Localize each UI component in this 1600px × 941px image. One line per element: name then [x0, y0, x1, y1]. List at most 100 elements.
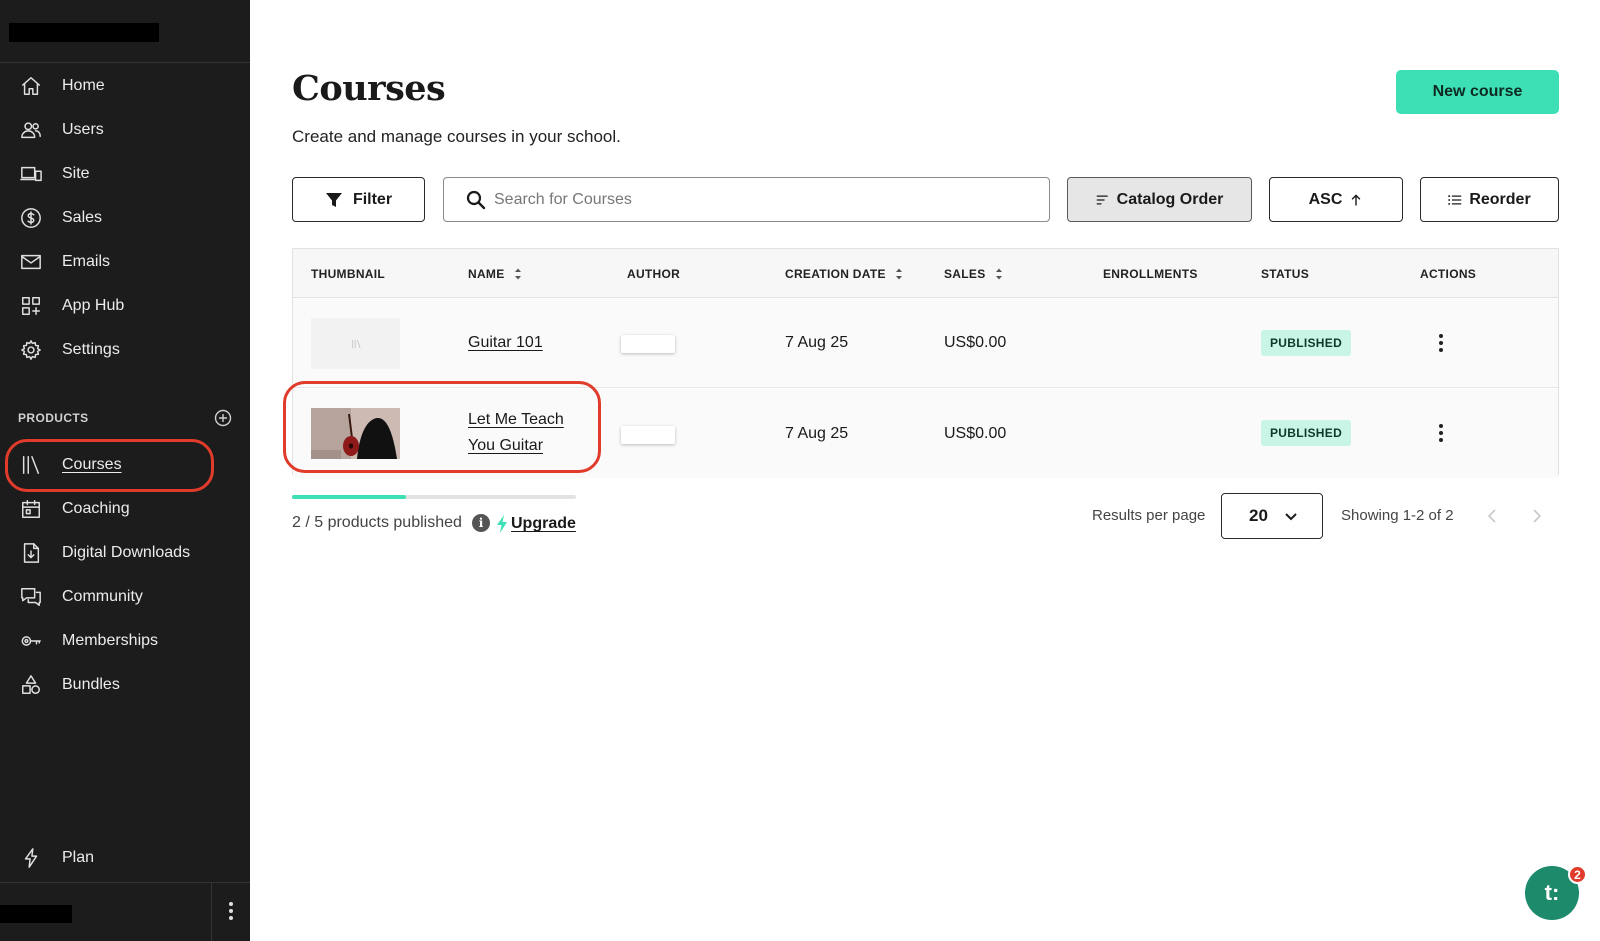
sidebar-item-label: Memberships	[62, 632, 159, 649]
sales-value: US$0.00	[944, 334, 1007, 351]
home-icon	[19, 74, 43, 98]
gear-icon	[19, 338, 43, 362]
chevron-right-icon[interactable]	[1530, 507, 1544, 525]
sidebar-item-label: Community	[62, 588, 143, 605]
sidebar-item-community[interactable]: Community	[0, 577, 250, 617]
shapes-icon	[19, 673, 43, 697]
app-hub-icon	[19, 294, 43, 318]
sidebar-item-label: Home	[62, 77, 105, 94]
products-heading: PRODUCTS	[18, 411, 89, 425]
sidebar-item-label: Bundles	[62, 676, 120, 693]
sidebar-item-site[interactable]: Site	[0, 154, 250, 194]
guitar-photo-image	[311, 408, 400, 459]
user-name[interactable]	[0, 905, 72, 923]
sidebar-item-home[interactable]: Home	[0, 66, 250, 106]
more-options-icon[interactable]	[222, 899, 240, 923]
reorder-label: Reorder	[1469, 190, 1531, 208]
bolt-icon	[19, 846, 43, 870]
row-actions-icon[interactable]	[1433, 332, 1449, 354]
users-icon	[19, 118, 43, 142]
sidebar-item-coaching[interactable]: Coaching	[0, 489, 250, 529]
chevron-left-icon[interactable]	[1485, 507, 1499, 525]
sidebar-item-label: Users	[62, 121, 104, 138]
key-icon	[19, 629, 43, 653]
add-product-icon[interactable]	[214, 409, 232, 427]
arrow-up-icon	[1352, 193, 1361, 205]
sidebar-item-label: Digital Downloads	[62, 544, 191, 561]
creation-date: 7 Aug 25	[785, 334, 849, 351]
filter-button[interactable]: Filter	[292, 177, 425, 222]
list-icon	[1448, 194, 1462, 205]
column-header-author: AUTHOR	[627, 267, 681, 281]
sort-lines-icon	[1096, 194, 1108, 205]
course-name-link[interactable]: Let Me Teach You Guitar	[468, 407, 564, 459]
sidebar-item-label: Courses	[62, 456, 122, 473]
column-header-thumbnail: THUMBNAIL	[311, 267, 386, 281]
column-header-creation-date[interactable]: CREATION DATE	[785, 267, 903, 281]
sidebar-item-label: Site	[62, 165, 90, 182]
sidebar-item-sales[interactable]: Sales	[0, 198, 250, 238]
filter-label: Filter	[352, 190, 393, 208]
filter-icon	[325, 192, 342, 207]
sidebar-item-label: Coaching	[62, 500, 130, 517]
upgrade-link[interactable]: Upgrade	[511, 515, 576, 533]
course-name-link[interactable]: Guitar 101	[468, 330, 543, 356]
new-course-button[interactable]: New course	[1396, 70, 1559, 114]
site-icon	[19, 162, 43, 186]
column-header-actions: ACTIONS	[1420, 267, 1477, 281]
sidebar-item-courses[interactable]: Courses	[0, 445, 250, 485]
results-per-page-label: Results per page	[1092, 507, 1206, 524]
sidebar-item-plan[interactable]: Plan	[0, 838, 250, 878]
download-file-icon	[19, 541, 43, 565]
sidebar-item-bundles[interactable]: Bundles	[0, 665, 250, 705]
column-header-name[interactable]: NAME	[468, 267, 522, 281]
page-title: Courses	[292, 68, 446, 109]
course-thumbnail-placeholder[interactable]	[311, 318, 400, 369]
pagination-summary: Showing 1-2 of 2	[1341, 507, 1454, 524]
search-icon	[466, 190, 486, 209]
sidebar-item-digital-downloads[interactable]: Digital Downloads	[0, 533, 250, 573]
results-per-page-select[interactable]: 20	[1221, 493, 1323, 539]
sidebar-item-label: Plan	[62, 849, 95, 866]
sort-icon	[514, 268, 521, 280]
sidebar-item-emails[interactable]: Emails	[0, 242, 250, 282]
table-row[interactable]: Guitar 101 7 Aug 25 US$0.00 PUBLISHED	[293, 299, 1558, 388]
search-field[interactable]	[443, 177, 1050, 222]
search-input[interactable]	[494, 190, 1034, 209]
app: Home Users Site Sales Emails App Hub Set…	[0, 0, 1600, 941]
reorder-button[interactable]: Reorder	[1420, 177, 1559, 222]
sidebar-item-memberships[interactable]: Memberships	[0, 621, 250, 661]
column-header-status: STATUS	[1261, 267, 1310, 281]
course-name-line: Let Me Teach	[468, 411, 564, 428]
column-header-sales[interactable]: SALES	[944, 267, 1003, 281]
author-avatar	[621, 426, 675, 444]
creation-date: 7 Aug 25	[785, 425, 849, 442]
catalog-order-label: Catalog Order	[1116, 190, 1224, 208]
page-subtitle: Create and manage courses in your school…	[292, 127, 621, 146]
course-thumbnail[interactable]	[311, 408, 400, 459]
table-header: THUMBNAIL NAME AUTHOR CREATION DATE SALE…	[293, 249, 1558, 298]
sidebar-item-label: Sales	[62, 209, 103, 226]
mail-icon	[19, 250, 43, 274]
sort-direction-button[interactable]: ASC	[1269, 177, 1403, 222]
sidebar-item-settings[interactable]: Settings	[0, 330, 250, 370]
calendar-icon	[19, 497, 43, 521]
row-actions-icon[interactable]	[1433, 422, 1449, 444]
sidebar-item-users[interactable]: Users	[0, 110, 250, 150]
bolt-icon	[497, 515, 507, 533]
school-logo[interactable]	[9, 23, 159, 42]
sort-icon	[995, 268, 1002, 280]
sidebar: Home Users Site Sales Emails App Hub Set…	[0, 0, 250, 941]
publish-progress-fill	[292, 495, 406, 499]
table-row[interactable]: Let Me Teach You Guitar 7 Aug 25 US$0.00…	[293, 389, 1558, 478]
sidebar-item-label: Emails	[62, 253, 111, 270]
products-published-count: 2 / 5 products published	[292, 514, 462, 531]
sidebar-item-app-hub[interactable]: App Hub	[0, 286, 250, 326]
sort-icon	[895, 268, 902, 280]
sidebar-item-label: Settings	[62, 341, 120, 358]
course-name-line: You Guitar	[468, 437, 544, 454]
library-icon	[351, 339, 361, 348]
catalog-order-button[interactable]: Catalog Order	[1067, 177, 1252, 222]
info-icon[interactable]: i	[472, 514, 490, 532]
status-badge: PUBLISHED	[1261, 420, 1352, 446]
